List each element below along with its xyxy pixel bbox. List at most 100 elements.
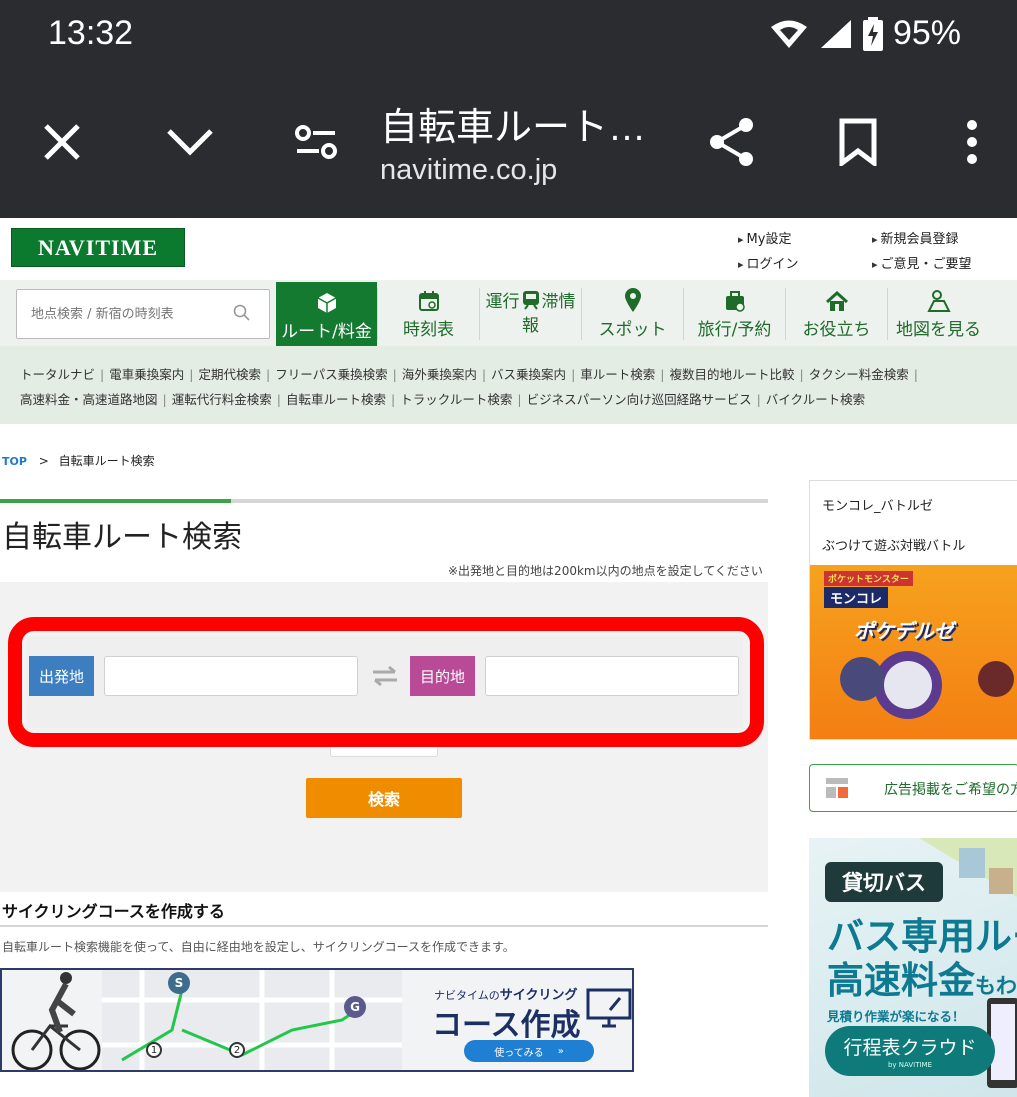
nav-timetable[interactable]: 時刻表 xyxy=(378,282,479,344)
ad-itinerary-cloud-label: 行程表クラウド xyxy=(843,1037,977,1059)
ad-by-navitime: by NAVITIME xyxy=(887,1061,933,1069)
wifi-icon xyxy=(770,20,807,48)
cycling-course-banner[interactable]: S G 1 2 ナビタイムのサイクリング コース作成 使ってみる» xyxy=(0,968,634,1072)
pin-icon xyxy=(624,288,641,312)
sublink-commuter-pass[interactable]: 定期代検索 xyxy=(198,367,261,382)
ad-moncolle[interactable]: モンコレ_バトルゼ ぶつけて遊ぶ対戦バトル ポケットモンスター モンコレ ポケデ… xyxy=(809,480,1017,740)
feedback-link[interactable]: ご意見・ご要望 xyxy=(872,253,972,272)
sublink-car[interactable]: 車ルート検索 xyxy=(580,367,655,382)
monitor-edit-icon xyxy=(586,988,632,1028)
origin-field xyxy=(104,656,358,696)
breadcrumb-top-link[interactable]: TOP xyxy=(2,455,27,468)
page-title-bar[interactable]: 自転車ルート… xyxy=(380,96,646,151)
nav-label: 地図を見る xyxy=(896,320,981,340)
goal-marker: G xyxy=(344,996,366,1018)
sublink-overseas[interactable]: 海外乗換案内 xyxy=(402,367,477,382)
main-nav: ルート/料金 時刻表 運行 滞情 報 スポット xyxy=(0,280,1017,346)
share-icon[interactable] xyxy=(702,112,762,172)
ad-charter-bus-pill: 貸切バス xyxy=(825,862,943,902)
try-it-label: 使ってみる xyxy=(494,1047,544,1059)
bookmark-icon[interactable] xyxy=(828,112,888,172)
sublink-bus[interactable]: バス乗換案内 xyxy=(491,367,566,382)
map-person-icon xyxy=(926,290,951,312)
cycling-heading: サイクリングコースを作成する xyxy=(2,902,225,921)
sublink-truck[interactable]: トラックルート検索 xyxy=(400,392,512,407)
nav-label: スポット xyxy=(598,320,667,340)
nav-travel[interactable]: 旅行/予約 xyxy=(684,282,785,344)
ad-moncolle-image[interactable]: ポケットモンスター モンコレ ポケデルゼ xyxy=(810,565,1017,739)
nav-label: 旅行/予約 xyxy=(697,320,772,340)
spot-search-input[interactable] xyxy=(17,290,217,338)
nav-operation-info[interactable]: 運行 滞情 報 xyxy=(480,282,581,344)
distance-note: ※出発地と目的地は200km以内の地点を設定してください xyxy=(448,564,763,578)
train-icon xyxy=(522,290,539,310)
double-chevron-icon: » xyxy=(557,1045,564,1057)
spot-search-box xyxy=(16,289,270,339)
sub-links: トータルナビ | 電車乗換案内 | 定期代検索 | フリーパス乗換検索 | 海外乗換案内 | バス乗… xyxy=(0,346,1017,424)
page-url[interactable]: navitime.co.jp xyxy=(380,154,557,187)
cycling-description: 自転車ルート検索機能を使って、自由に経由地を設定し、サイクリングコースを作成でき… xyxy=(2,940,515,954)
ad-charter-bus[interactable]: 貸切バス バス専用ルート 高速料金もわかる 見積り作業が楽になる！ 行程表クラウ… xyxy=(809,838,1017,1097)
ad-logo-moncolle: モンコレ xyxy=(824,587,889,608)
nav-spot[interactable]: スポット xyxy=(582,282,683,344)
ad-highway-fee-suffix: もわかる xyxy=(975,974,1017,998)
more-vert-icon[interactable] xyxy=(942,112,1002,172)
sublink-motorcycle[interactable]: バイクルート検索 xyxy=(766,392,865,407)
nav-label: ルート/料金 xyxy=(281,322,372,342)
ad-itinerary-cloud-button[interactable]: 行程表クラウド by NAVITIME xyxy=(825,1026,995,1076)
destination-field xyxy=(485,656,739,696)
page-controls-icon[interactable] xyxy=(286,112,346,172)
ad-estimate-copy: 見積り作業が楽になる！ xyxy=(827,1009,965,1024)
sublink-highway[interactable]: 高速料金・高速道路地図 xyxy=(20,392,158,407)
sublink-total-navi[interactable]: トータルナビ xyxy=(20,367,95,382)
page-title: 自転車ルート検索 xyxy=(2,520,242,555)
banner-headline: コース作成 xyxy=(432,1008,581,1043)
start-marker-label: S xyxy=(174,976,184,990)
ad-ball-art xyxy=(840,651,1014,719)
goal-marker-label: G xyxy=(350,1000,360,1014)
ad-highway-fee-text: 高速料金 xyxy=(827,959,975,1002)
hidden-option-button[interactable] xyxy=(330,747,438,757)
origin-input[interactable] xyxy=(105,657,357,695)
my-settings-link[interactable]: My設定 xyxy=(738,228,792,247)
breadcrumb-separator: > xyxy=(38,454,49,468)
nav-map[interactable]: 地図を見る xyxy=(888,282,989,344)
ad-inquiry-button[interactable]: 広告掲載をご希望の方 xyxy=(809,764,1017,812)
login-link[interactable]: ログイン xyxy=(738,253,799,272)
navitime-logo[interactable]: NAVITIME xyxy=(11,228,185,267)
sublink-bicycle[interactable]: 自転車ルート検索 xyxy=(286,392,386,407)
waypoint-2-label: 2 xyxy=(233,1044,241,1056)
chevron-down-icon[interactable] xyxy=(160,112,220,172)
browser-toolbar: 自転車ルート… navitime.co.jp xyxy=(0,72,1017,218)
status-icons: 95% xyxy=(769,14,961,53)
sublink-taxi[interactable]: タクシー料金検索 xyxy=(809,367,909,382)
nav-label-overlay: 滞情 xyxy=(541,291,576,312)
suitcase-icon xyxy=(725,291,745,312)
destination-label: 目的地 xyxy=(410,656,475,696)
ad-inquiry-label: 広告掲載をご希望の方 xyxy=(884,782,1017,798)
search-button[interactable]: 検索 xyxy=(306,778,462,818)
destination-input[interactable] xyxy=(486,657,738,695)
sublink-free-pass[interactable]: フリーパス乗換検索 xyxy=(275,367,387,382)
sublink-driver-service[interactable]: 運転代行料金検索 xyxy=(172,392,272,407)
sublink-train[interactable]: 電車乗換案内 xyxy=(109,367,184,382)
nav-route-fare[interactable]: ルート/料金 xyxy=(276,282,377,346)
cycling-heading-underline xyxy=(0,925,768,927)
breadcrumb: TOP > 自転車ルート検索 xyxy=(2,452,155,469)
title-underline xyxy=(0,499,768,503)
battery-percent: 95% xyxy=(892,14,961,52)
sublink-multi-destination[interactable]: 複数目的地ルート比較 xyxy=(670,367,795,382)
sub-links-row-2: 高速料金・高速道路地図 | 運転代行料金検索 | 自転車ルート検索 | トラックルート検索 |… xyxy=(20,392,866,407)
close-icon[interactable] xyxy=(32,112,92,172)
try-it-button[interactable]: 使ってみる » xyxy=(464,1040,594,1062)
nav-label: お役立ち xyxy=(802,320,871,340)
nav-useful[interactable]: お役立ち xyxy=(786,282,887,344)
swap-icon[interactable] xyxy=(371,664,399,688)
ad-moncolle-title[interactable]: モンコレ_バトルゼ xyxy=(822,495,933,514)
breadcrumb-current: 自転車ルート検索 xyxy=(58,454,155,468)
sublink-business[interactable]: ビジネスパーソン向け巡回経路サービス xyxy=(527,392,752,407)
register-link[interactable]: 新規会員登録 xyxy=(872,228,959,247)
waypoint-marker-2: 2 xyxy=(229,1042,245,1058)
status-time: 13:32 xyxy=(48,14,134,52)
search-icon[interactable] xyxy=(233,304,251,322)
